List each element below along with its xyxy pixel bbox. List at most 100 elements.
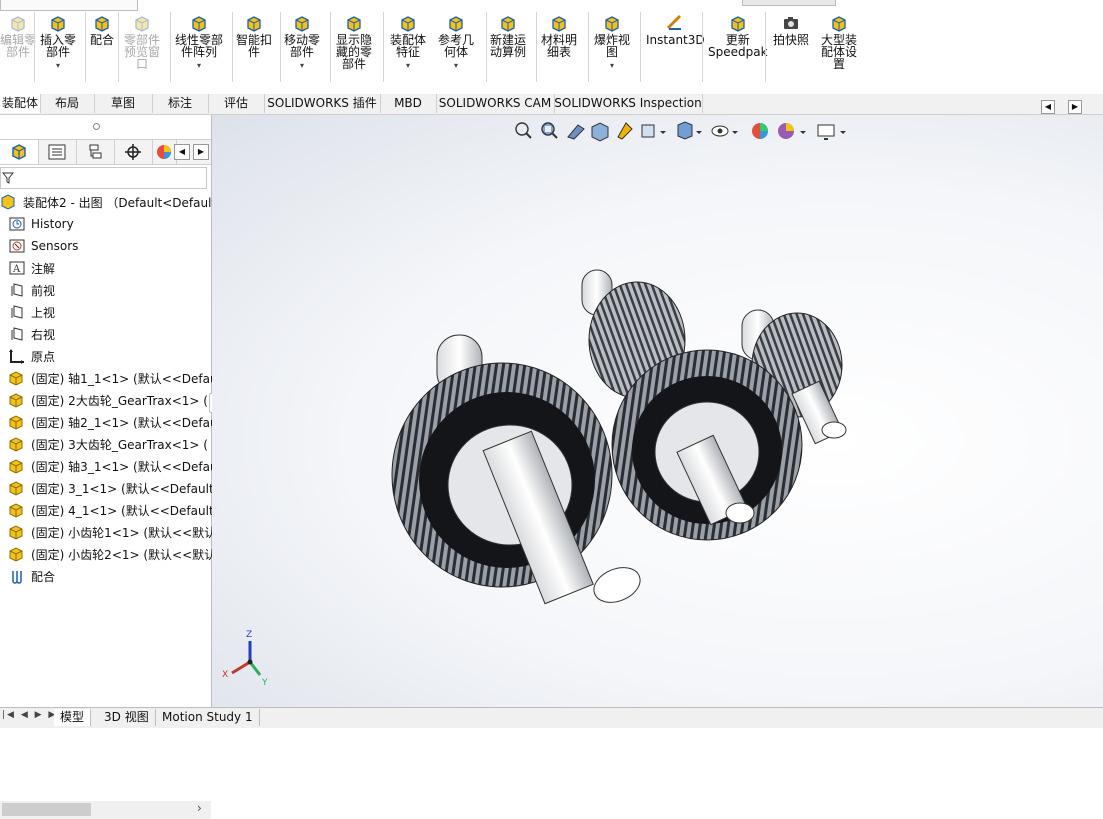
exploded-view-icon <box>605 16 619 32</box>
tab-4[interactable]: 评估 <box>208 94 265 113</box>
ribbon-button-6[interactable]: 移动零 部件 ▾ <box>284 14 320 72</box>
tree-item-3[interactable]: 前视 <box>8 279 55 301</box>
tab-8[interactable]: SOLIDWORKS Inspection <box>554 94 703 113</box>
filter-field[interactable] <box>0 167 207 189</box>
ribbon-button-9[interactable]: 参考几 何体 ▾ <box>438 14 474 72</box>
tab-3[interactable]: 标注 <box>152 94 209 113</box>
tree-item-label: History <box>31 217 74 231</box>
tree-item-7[interactable]: (固定) 轴1_1<1> (默认<<Defau <box>8 367 218 389</box>
tree-item-4[interactable]: 上视 <box>8 301 55 323</box>
ribbon-button-11[interactable]: 材料明 细表 <box>541 14 577 58</box>
command-manager-ribbon: 编辑零 部件 插入零 部件 ▾ 配合 零部件 预览窗 口线性零部 件阵列 ▾ 智能扣 件移动… <box>0 0 1103 96</box>
ribbon-button-2[interactable]: 配合 <box>90 14 114 46</box>
part-icon <box>9 393 23 408</box>
tree-item-label: 注解 <box>31 261 56 276</box>
triad-y-label: Y <box>261 678 268 687</box>
tree-item-9[interactable]: (固定) 轴2_1<1> (默认<<Defau <box>8 411 218 433</box>
bottom-tab-bar: |◀ ◀ ▶ ▶| 模型 3D 视图 Motion Study 1 <box>0 707 1103 728</box>
large-assembly-icon <box>832 16 846 32</box>
bottom-tab-0[interactable]: 模型 <box>54 709 92 726</box>
tab-2[interactable]: 草图 <box>94 94 153 113</box>
tree-item-13[interactable]: (固定) 4_1<1> (默认<<Default> <box>8 499 224 521</box>
graphics-area[interactable]: Z X Y <box>212 115 1103 707</box>
ribbon-button-13[interactable]: Instant3D <box>646 14 705 46</box>
gear-assembly-model <box>391 269 847 605</box>
part-icon <box>9 481 23 496</box>
configuration-manager-icon <box>89 144 102 159</box>
tree-item-15[interactable]: (固定) 小齿轮2<1> (默认<<默认 <box>8 543 216 565</box>
tab-0[interactable]: 装配体 <box>0 94 41 113</box>
ribbon-button-10[interactable]: 新建运 动算例 <box>490 14 526 58</box>
tree-item-14[interactable]: (固定) 小齿轮1<1> (默认<<默认 <box>8 521 216 543</box>
scroll-right-arrow[interactable]: › <box>197 801 202 815</box>
configuration-manager-tab[interactable] <box>76 140 115 164</box>
ribbon-button-12[interactable]: 爆炸视 图 ▾ <box>594 14 630 72</box>
instant3d-icon <box>667 14 682 30</box>
history-icon <box>9 217 25 231</box>
ribbon-button-label: 配合 <box>90 33 115 47</box>
tree-item-label: (固定) 轴3_1<1> (默认<<Defau <box>31 459 218 474</box>
ribbon-button-5[interactable]: 智能扣 件 <box>236 14 272 58</box>
tab-1[interactable]: 布局 <box>40 94 95 113</box>
dropdown-caret-icon[interactable]: ▾ <box>454 60 458 72</box>
tree-horizontal-scrollbar[interactable]: › <box>0 801 211 819</box>
mates-icon <box>12 571 22 584</box>
tab-scroll-left-button[interactable]: ◀ <box>1041 100 1055 114</box>
tab-7[interactable]: SOLIDWORKS CAM <box>436 94 555 113</box>
ribbon-button-7[interactable]: 显示隐 藏的零 部件 <box>336 14 372 70</box>
panel-tab-scroll-right[interactable]: ▶ <box>193 144 209 160</box>
tree-root-assembly[interactable]: 装配体2 - 出图 （Default<Default_Di <box>0 191 235 213</box>
ribbon-separator <box>640 12 641 82</box>
panel-tab-scroll-left[interactable]: ◀ <box>174 144 190 160</box>
dropdown-caret-icon[interactable]: ▾ <box>406 60 410 72</box>
tree-item-1[interactable]: Sensors <box>8 235 78 257</box>
ribbon-button-label: 插入零 部件 <box>40 33 77 59</box>
ribbon-separator <box>170 12 171 82</box>
tab-5[interactable]: SOLIDWORKS 插件 <box>264 94 381 113</box>
dropdown-caret-icon[interactable]: ▾ <box>56 60 60 72</box>
tree-item-10[interactable]: (固定) 3大齿轮_GearTrax<1> ( <box>8 433 208 455</box>
tree-item-2[interactable]: A 注解 <box>8 257 55 279</box>
quick-access-box <box>0 0 138 11</box>
tree-item-label: (固定) 3大齿轮_GearTrax<1> ( <box>31 437 208 452</box>
ribbon-button-16[interactable]: 大型装 配体设 置 <box>821 14 857 70</box>
tab-6[interactable]: MBD <box>380 94 437 113</box>
ribbon-button-1[interactable]: 插入零 部件 ▾ <box>40 14 76 72</box>
ribbon-button-14[interactable]: 更新 Speedpak <box>708 14 768 58</box>
linear-pattern-icon <box>192 16 206 32</box>
svg-text:A: A <box>12 264 21 275</box>
ribbon-separator <box>702 12 703 82</box>
tree-item-5[interactable]: 右视 <box>8 323 55 345</box>
tree-item-16[interactable]: 配合 <box>8 565 55 587</box>
ribbon-button-label: 零部件 预览窗 口 <box>124 33 161 71</box>
ribbon-button-15[interactable]: 拍快照 <box>773 14 809 46</box>
part-icon <box>9 525 23 540</box>
property-manager-tab[interactable] <box>38 140 77 164</box>
ribbon-separator <box>765 12 766 82</box>
ribbon-button-label: 线性零部 件阵列 <box>175 33 224 59</box>
ribbon-button-0: 编辑零 部件 <box>0 14 36 58</box>
tree-item-6[interactable]: 原点 <box>8 345 55 367</box>
tree-item-label: (固定) 2大齿轮_GearTrax<1> ( <box>31 393 208 408</box>
dropdown-caret-icon[interactable]: ▾ <box>197 60 201 72</box>
tree-item-12[interactable]: (固定) 3_1<1> (默认<<Default> <box>8 477 224 499</box>
bottom-tab-1[interactable]: 3D 视图 <box>98 709 156 726</box>
plane-icon <box>11 327 23 341</box>
tree-item-label: (固定) 小齿轮2<1> (默认<<默认 <box>31 547 217 562</box>
tree-item-label: Sensors <box>31 239 79 253</box>
dropdown-caret-icon[interactable]: ▾ <box>610 60 614 72</box>
feature-manager-tab[interactable] <box>0 140 39 164</box>
tree-item-8[interactable]: (固定) 2大齿轮_GearTrax<1> ( <box>8 389 208 411</box>
tree-item-11[interactable]: (固定) 轴3_1<1> (默认<<Defau <box>8 455 218 477</box>
ribbon-button-label: 编辑零 部件 <box>0 33 37 59</box>
tab-scroll-right-button[interactable]: ▶ <box>1068 100 1082 114</box>
ribbon-button-4[interactable]: 线性零部 件阵列 ▾ <box>175 14 223 72</box>
smart-fastener-icon <box>247 16 261 32</box>
dimxpert-manager-tab[interactable] <box>114 140 153 164</box>
panel-splitter-dot[interactable] <box>93 123 100 130</box>
dropdown-caret-icon[interactable]: ▾ <box>300 60 304 72</box>
bottom-tab-2[interactable]: Motion Study 1 <box>156 709 260 726</box>
ribbon-button-8[interactable]: 装配体 特征 ▾ <box>390 14 426 72</box>
scroll-thumb[interactable] <box>2 803 91 816</box>
tree-item-0[interactable]: History <box>8 213 74 235</box>
